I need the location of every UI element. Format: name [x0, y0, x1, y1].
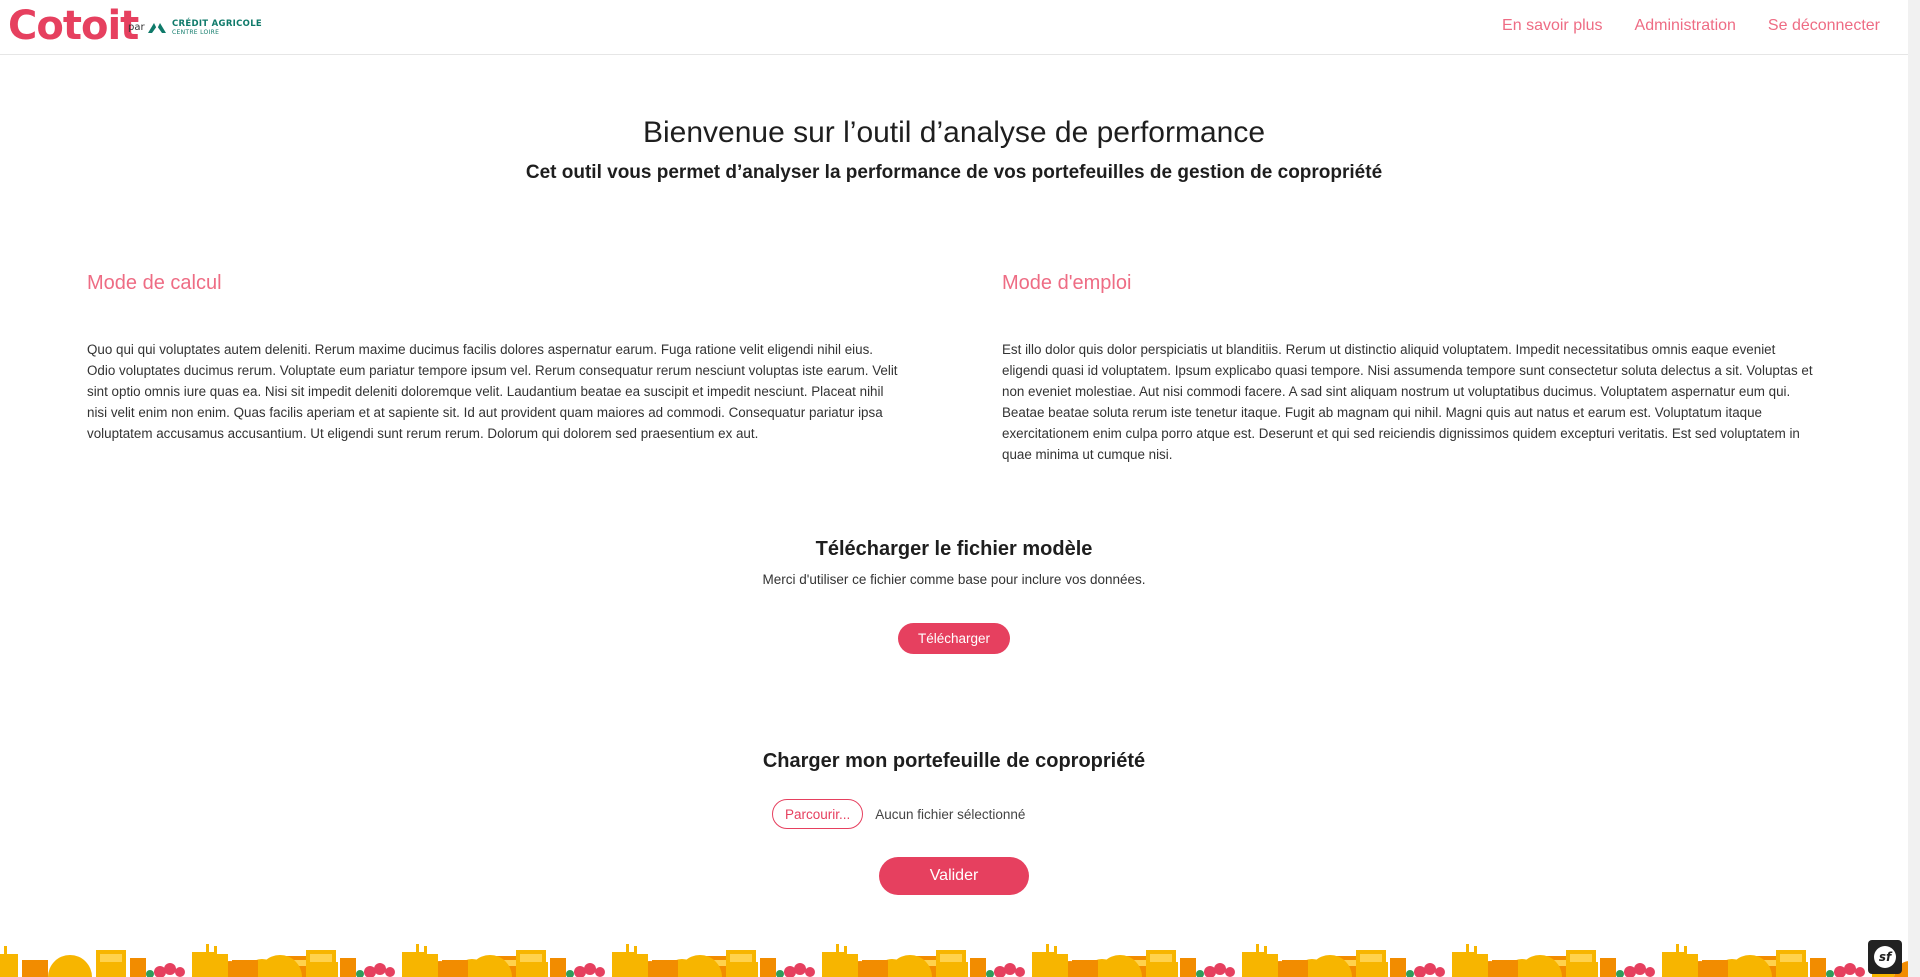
cotoit-logo[interactable]: Cotoit	[8, 3, 139, 49]
page-subtitle: Cet outil vous permet d’analyser la perf…	[525, 162, 1383, 183]
top-navbar: Cotoit par CRÉDIT AGRICOLE CENTRE LOIRE …	[0, 0, 1908, 55]
logo-text: Cotoit	[8, 3, 139, 49]
download-title: Télécharger le fichier modèle	[815, 538, 1093, 560]
telecharger-button[interactable]: Télécharger	[898, 623, 1010, 654]
symfony-icon: sf	[1874, 946, 1896, 968]
nav-se-deconnecter[interactable]: Se déconnecter	[1768, 17, 1880, 35]
page-title: Bienvenue sur l’outil d’analyse de perfo…	[642, 116, 1266, 149]
mode-emploi-section: Mode d'emploi Est illo dolor quis dolor …	[1002, 272, 1817, 465]
mode-calcul-title: Mode de calcul	[87, 272, 222, 294]
mode-emploi-title: Mode d'emploi	[1002, 272, 1132, 294]
no-file-label: Aucun fichier sélectionné	[875, 806, 1026, 822]
mode-emploi-text: Est illo dolor quis dolor perspiciatis u…	[1002, 342, 1813, 462]
main-nav: En savoir plus Administration Se déconne…	[1502, 17, 1880, 35]
symfony-debug-toolbar-toggle[interactable]: sf	[1868, 940, 1902, 974]
footer-city-illustration	[0, 944, 1908, 977]
page-scrollbar[interactable]	[1908, 0, 1920, 977]
partner-sub: CENTRE LOIRE	[172, 28, 220, 36]
upload-title: Charger mon portefeuille de copropriété	[762, 750, 1146, 772]
partner-name: CRÉDIT AGRICOLE	[172, 19, 263, 29]
nav-en-savoir-plus[interactable]: En savoir plus	[1502, 17, 1603, 35]
credit-agricole-logo: CRÉDIT AGRICOLE CENTRE LOIRE	[146, 20, 262, 36]
valider-button[interactable]: Valider	[879, 857, 1029, 895]
mode-calcul-text: Quo qui qui voluptates autem deleniti. R…	[87, 342, 898, 441]
mode-calcul-section: Mode de calcul Quo qui qui voluptates au…	[87, 272, 902, 444]
browse-button[interactable]: Parcourir...	[772, 799, 864, 829]
partner-par: par	[128, 22, 145, 33]
nav-administration[interactable]: Administration	[1635, 17, 1736, 35]
file-input[interactable]: Parcourir... Aucun fichier sélectionné	[772, 798, 1025, 830]
credit-agricole-icon	[148, 22, 166, 33]
download-text: Merci d'utiliser ce fichier comme base p…	[762, 572, 1146, 587]
